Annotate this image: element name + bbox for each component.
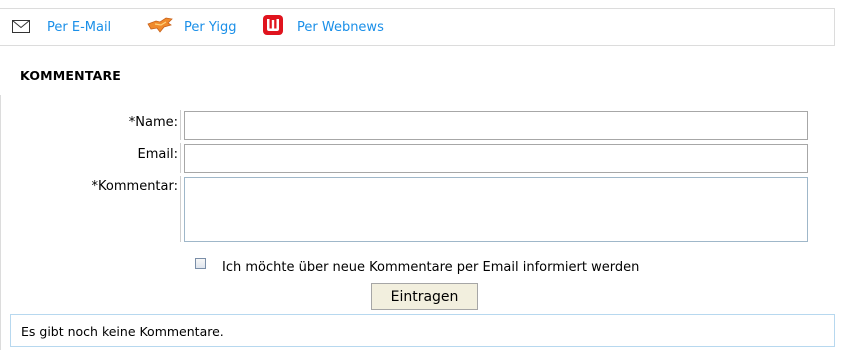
notify-checkbox-label: Ich möchte über neue Kommentare per Emai… xyxy=(222,260,640,275)
email-input[interactable] xyxy=(184,144,808,173)
comment-label: *Kommentar: xyxy=(91,179,178,194)
share-webnews-link[interactable]: Per Webnews xyxy=(297,20,384,35)
email-label-divider xyxy=(180,143,181,173)
share-email[interactable]: Per E-Mail xyxy=(12,9,111,45)
share-webnews[interactable]: Per Webnews xyxy=(262,9,384,45)
email-label: Email: xyxy=(137,147,178,162)
share-email-link[interactable]: Per E-Mail xyxy=(47,20,111,35)
notify-checkbox[interactable] xyxy=(195,258,206,269)
webnews-icon xyxy=(262,14,284,40)
share-yigg[interactable]: Per Yigg xyxy=(146,9,236,45)
share-yigg-link[interactable]: Per Yigg xyxy=(184,20,236,35)
share-bar: Per E-Mail Per Yigg Per Webnews xyxy=(0,8,835,46)
no-comments-message: Es gibt noch keine Kommentare. xyxy=(10,314,835,347)
name-label-divider xyxy=(180,110,181,140)
comments-section-title: KOMMENTARE xyxy=(20,68,122,83)
submit-button[interactable]: Eintragen xyxy=(371,283,478,310)
name-label: *Name: xyxy=(128,115,178,130)
comment-label-divider xyxy=(180,176,181,242)
envelope-icon xyxy=(12,18,30,37)
name-input[interactable] xyxy=(184,111,808,140)
yigg-icon xyxy=(146,16,174,38)
comment-textarea[interactable] xyxy=(184,177,808,242)
